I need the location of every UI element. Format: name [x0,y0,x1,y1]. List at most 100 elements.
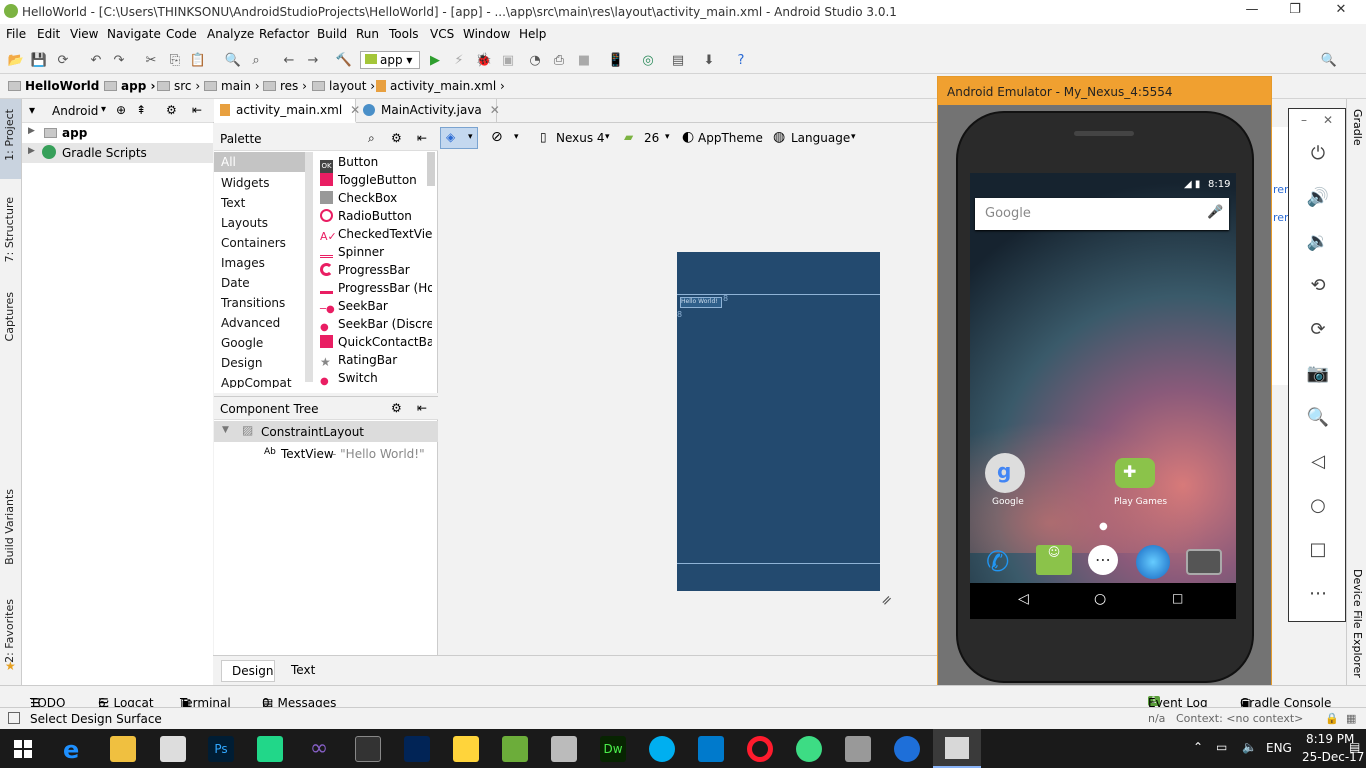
nav-overview-icon[interactable]: □ [1172,591,1183,605]
breadcrumb-file[interactable]: activity_main.xml › [376,79,505,93]
view-mode-dropdown-icon[interactable]: ▾ [101,104,106,115]
start-button[interactable] [14,740,32,758]
hide-panel-icon[interactable]: ⇤ [192,103,202,117]
hello-world-widget[interactable]: Hello World! [680,297,722,308]
tab-device-file-explorer[interactable]: Device File Explorer [1351,569,1364,678]
cut-icon[interactable]: ✂ [143,52,159,68]
category-scrollbar[interactable] [305,152,313,382]
messaging-app-icon[interactable]: ☺ [1036,545,1072,575]
menu-refactor[interactable]: Refactor [259,27,309,41]
menu-tools[interactable]: Tools [389,27,419,41]
breadcrumb-project[interactable]: HelloWorld › [8,79,108,93]
palette-item-radiobutton[interactable]: RadioButton [320,209,412,223]
breadcrumb-res[interactable]: res › [263,79,307,93]
skype-icon[interactable] [649,736,675,762]
breadcrumb-src[interactable]: src › [157,79,200,93]
open-folder-icon[interactable]: 📂 [8,52,24,68]
rotate-right-icon[interactable]: ⟳ [1306,319,1330,343]
project-structure-icon[interactable]: ▤ [670,52,686,68]
menu-help[interactable]: Help [519,27,546,41]
forward-nav-icon[interactable]: → [305,52,321,68]
collapse-all-icon[interactable]: ⇞ [136,103,146,117]
emulator-taskbar-icon[interactable] [894,736,920,762]
tree-item-gradle-scripts[interactable]: ▶ Gradle Scripts [22,143,213,163]
expand-arrow-icon[interactable]: ▶ [28,146,35,156]
tree-item-app[interactable]: ▶ app [22,123,213,143]
debug-icon[interactable]: 🐞 [476,52,492,68]
input-language[interactable]: ENG [1266,741,1292,755]
language-dropdown-icon[interactable]: ▾ [851,132,856,142]
menu-file[interactable]: File [6,27,26,41]
close-button[interactable]: ✕ [1329,2,1353,20]
volume-down-icon[interactable]: 🔉 [1306,231,1330,255]
play-games-app-icon[interactable]: ✚ [1115,458,1155,488]
palette-category-date[interactable]: Date [221,276,250,290]
camera-icon[interactable]: 📷 [1306,363,1330,387]
dreamweaver-icon[interactable]: Dw [600,736,626,762]
menu-vcs[interactable]: VCS [430,27,454,41]
zoom-icon[interactable]: 🔍 [1306,407,1330,431]
find-icon[interactable]: 🔍 [225,52,241,68]
help-icon[interactable]: ? [733,52,749,68]
active-window-tab[interactable] [933,729,981,768]
action-center-icon[interactable]: ▤ [1349,740,1360,754]
settings-icon[interactable]: ⚙ [166,103,177,117]
sdk-manager-icon[interactable]: ⬇ [701,52,717,68]
tab-project[interactable]: 1: Project [3,109,16,161]
menu-navigate[interactable]: Navigate [107,27,161,41]
hide-panel-icon[interactable]: ⇤ [417,131,427,145]
volume-up-icon[interactable]: 🔊 [1306,187,1330,211]
close-tab-icon[interactable]: ✕ [490,103,500,117]
photoshop-icon[interactable]: Ps [208,736,234,762]
breadcrumb-main[interactable]: main › [204,79,260,93]
menu-code[interactable]: Code [166,27,197,41]
visual-studio-icon[interactable]: ∞ [306,736,332,762]
palette-item-spinner[interactable]: Spinner [320,245,384,259]
phone-app-icon[interactable]: ✆ [986,545,1009,578]
palette-item-seekbar[interactable]: ─● SeekBar [320,299,388,317]
language-select[interactable]: Language [791,131,850,145]
sync-icon[interactable]: ⟳ [55,52,71,68]
google-search-bar[interactable]: Google 🎤 [975,198,1229,230]
expand-arrow-icon[interactable]: ▶ [28,126,35,136]
volume-icon[interactable]: 🔈 [1242,740,1257,754]
store-icon[interactable] [160,736,186,762]
profile-icon[interactable]: ◔ [527,52,543,68]
blueprint-screen[interactable]: Hello World! 8 8 [677,252,880,591]
paste-icon[interactable]: 📋 [190,52,206,68]
network-tool-icon[interactable] [845,736,871,762]
pycharm-icon[interactable] [257,736,283,762]
tool-windows-icon[interactable] [8,712,20,724]
undo-icon[interactable]: ↶ [88,52,104,68]
coverage-icon[interactable]: ▣ [500,52,516,68]
power-icon[interactable]: ⏻ [1306,143,1330,167]
avd-manager-icon[interactable]: 📱 [608,52,624,68]
breadcrumb-layout[interactable]: layout › [312,79,375,93]
api-dropdown-icon[interactable]: ▾ [665,132,670,142]
palette-item-progressbar[interactable]: ProgressBar [320,263,410,277]
android-studio-taskbar-icon[interactable] [796,736,822,762]
menu-window[interactable]: Window [463,27,510,41]
nav-home-icon[interactable]: ○ [1094,591,1106,607]
attach-debugger-icon[interactable]: ⎙ [551,52,567,68]
palette-category-text[interactable]: Text [221,196,245,210]
palette-item-button[interactable]: OK Button [320,155,378,173]
back-icon[interactable]: ◁ [1306,451,1330,475]
palette-item-switch[interactable]: ● Switch [320,371,378,389]
palette-item-togglebutton[interactable]: ToggleButton [320,173,417,187]
hide-panel-icon[interactable]: ⇤ [417,401,427,415]
palette-category-appcompat[interactable]: AppCompat [221,376,292,388]
palette-item-quickcontactbadge[interactable]: QuickContactBa [320,335,432,349]
menu-analyze[interactable]: Analyze [207,27,254,41]
palette-category-all[interactable]: All [221,155,236,169]
menu-view[interactable]: View [70,27,98,41]
orientation-icon[interactable]: ⊘ [491,129,503,145]
collapse-arrow-icon[interactable]: ▼ [222,425,229,435]
resize-handle-icon[interactable]: ═ [879,592,896,609]
menu-edit[interactable]: Edit [37,27,60,41]
tree-row-constraintlayout[interactable]: ▼ ▨ ConstraintLayout [214,421,438,442]
overview-icon[interactable]: □ [1306,539,1330,563]
orientation-dropdown-icon[interactable]: ▾ [514,132,519,142]
search-everywhere-icon[interactable]: 🔍 [1321,52,1337,68]
powershell-icon[interactable] [404,736,430,762]
